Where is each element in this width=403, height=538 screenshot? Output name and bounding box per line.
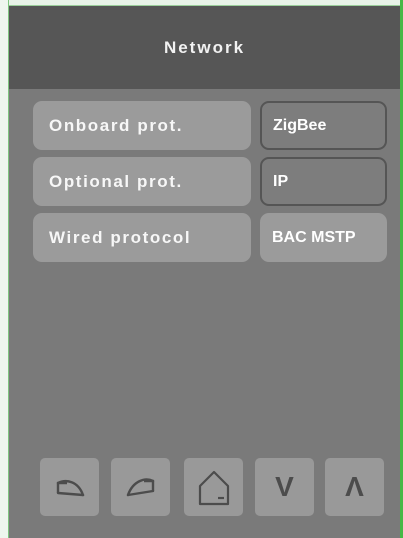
onboard-protocol-button[interactable]: Onboard prot. (33, 101, 251, 150)
scroll-up-button[interactable]: Λ (325, 458, 384, 516)
scroll-down-button[interactable]: V (255, 458, 314, 516)
onboard-protocol-value-field[interactable]: ZigBee (260, 101, 387, 150)
optional-protocol-button[interactable]: Optional prot. (33, 157, 251, 206)
home-icon (198, 470, 229, 506)
frame-left-edge (0, 0, 9, 538)
optional-protocol-value-field[interactable]: IP (260, 157, 387, 206)
redo-icon (126, 478, 154, 497)
wired-protocol-button[interactable]: Wired protocol (33, 213, 251, 262)
screen: Network Onboard prot. ZigBee Optional pr… (9, 6, 400, 538)
page-title: Network (163, 37, 246, 57)
undo-button[interactable] (40, 458, 99, 516)
undo-icon (56, 480, 84, 497)
home-button[interactable] (184, 458, 243, 516)
redo-button[interactable] (111, 458, 170, 516)
wired-protocol-value: BAC MSTP (272, 228, 356, 246)
onboard-protocol-value: ZigBee (273, 116, 327, 134)
chevron-up-icon: Λ (345, 471, 364, 502)
header-bar: Network (9, 6, 400, 89)
onboard-protocol-label: Onboard prot. (49, 115, 184, 135)
wired-protocol-label: Wired protocol (49, 227, 192, 247)
wired-protocol-value-field[interactable]: BAC MSTP (260, 213, 387, 262)
chevron-down-icon: V (275, 471, 294, 502)
optional-protocol-label: Optional prot. (49, 171, 183, 191)
device-frame: Network Onboard prot. ZigBee Optional pr… (0, 0, 403, 538)
optional-protocol-value: IP (273, 172, 289, 190)
